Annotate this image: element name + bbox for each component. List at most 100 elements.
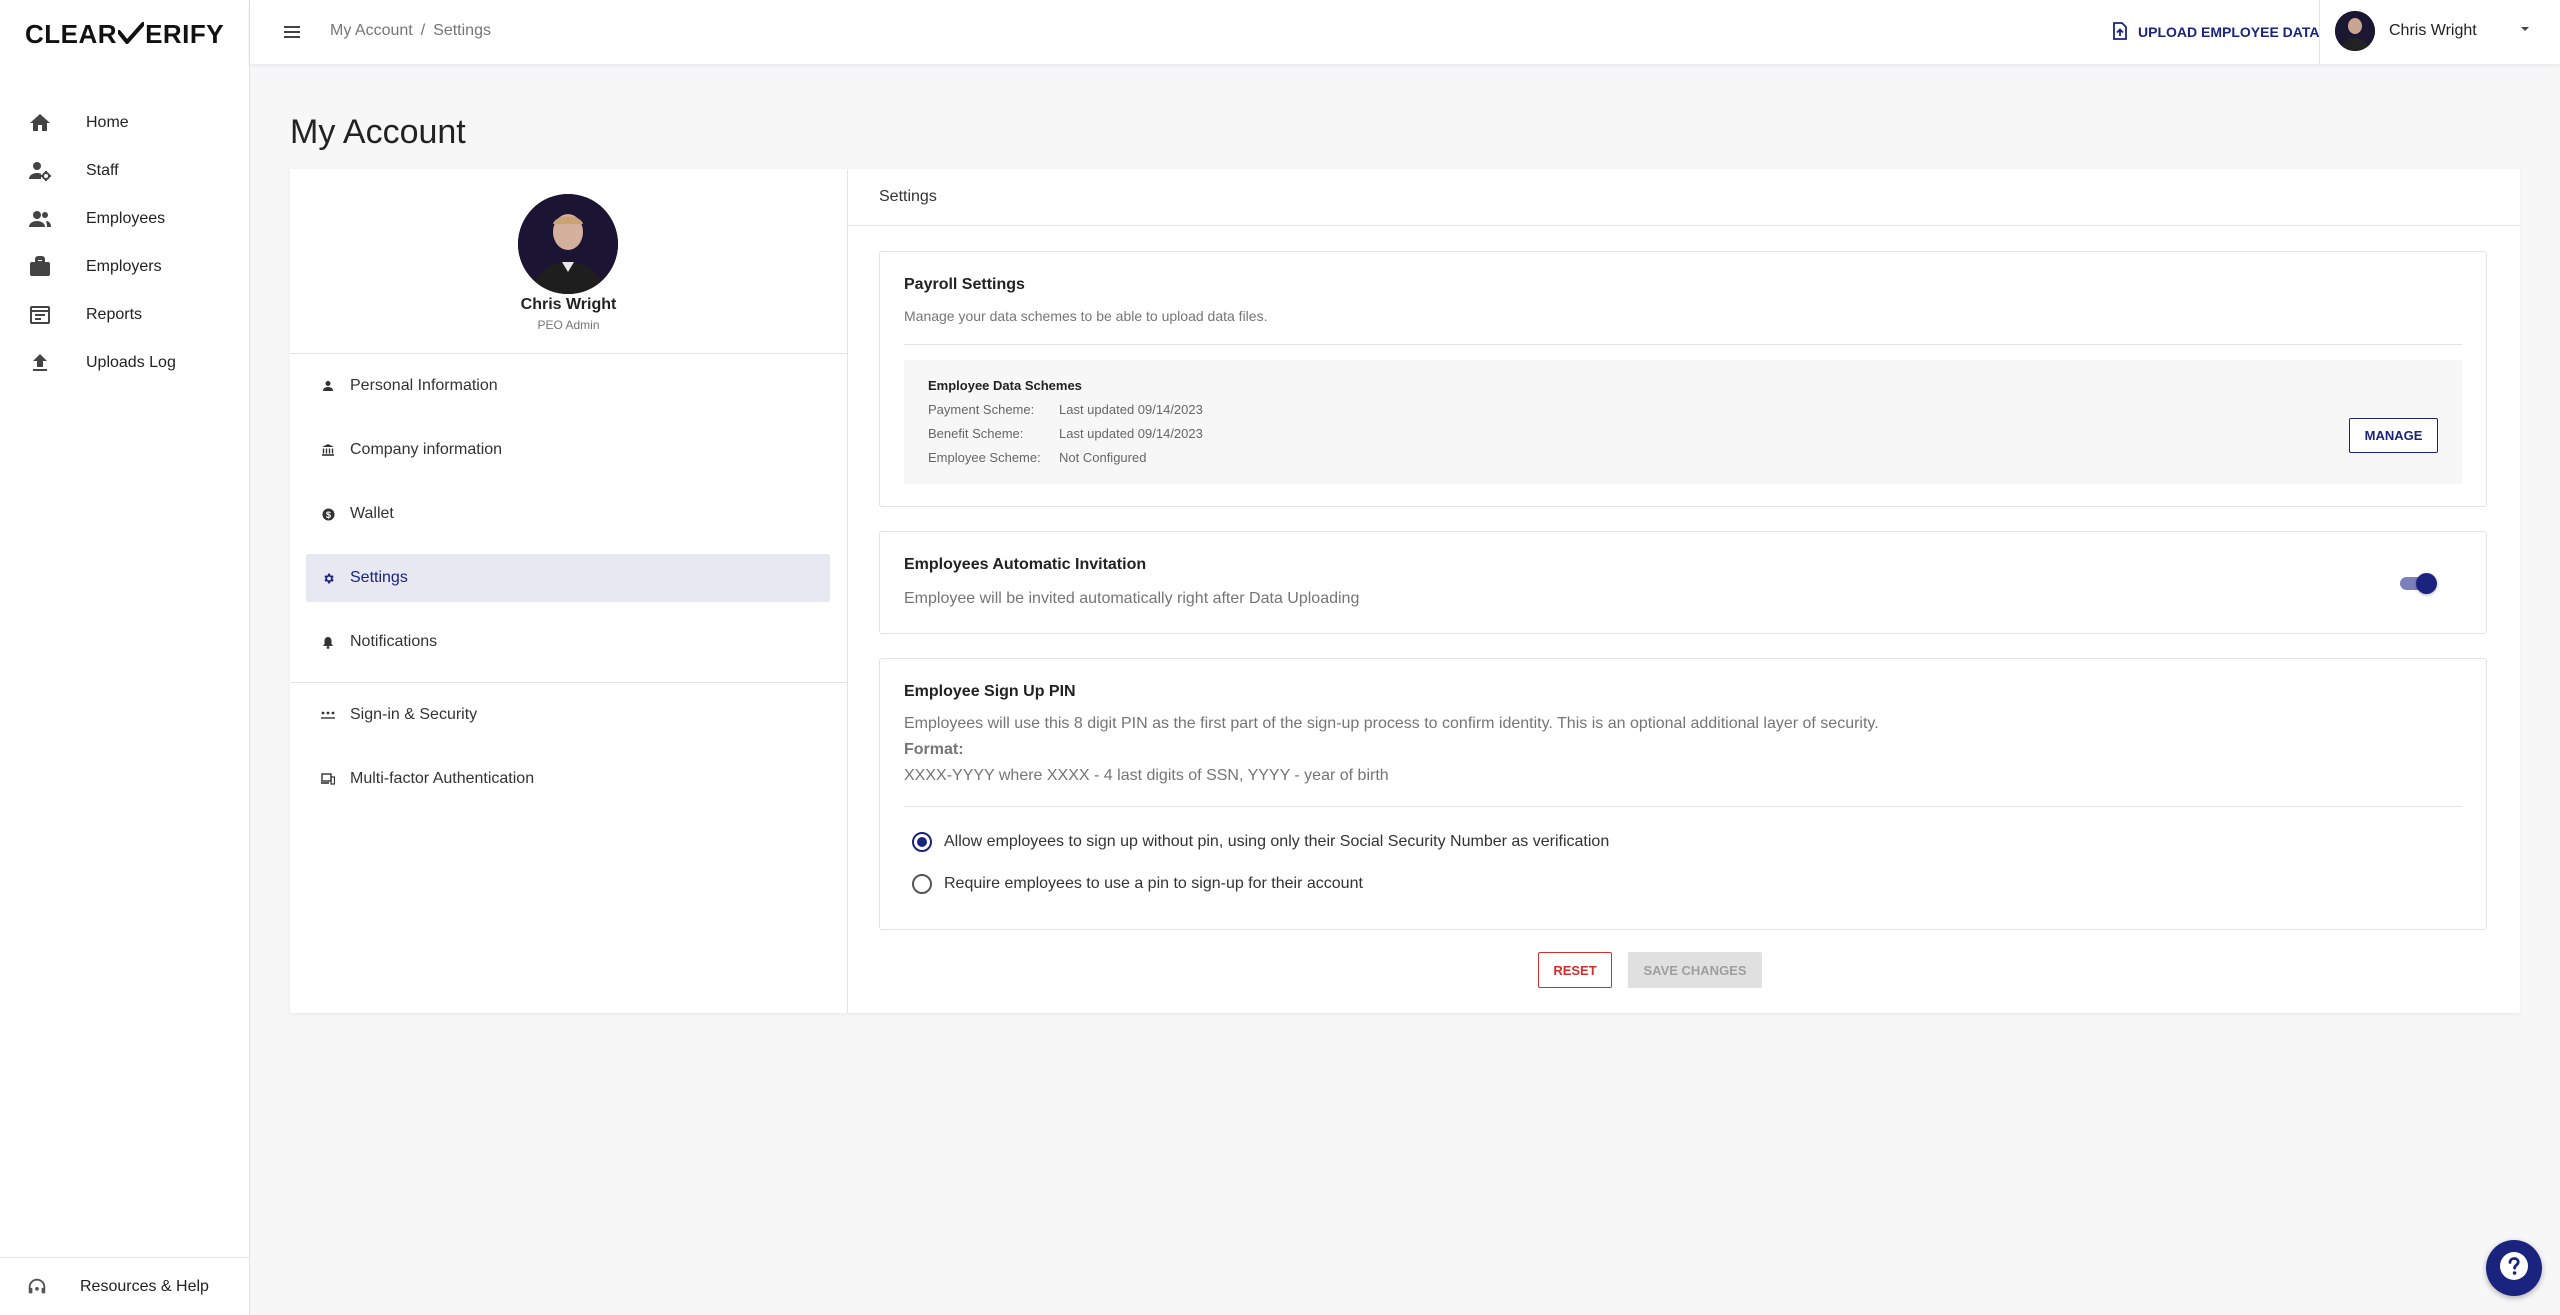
menu-divider	[290, 682, 847, 683]
account-card: Chris Wright PEO Admin Personal Informat…	[290, 169, 2520, 1013]
scheme-value: Last updated 09/14/2023	[1059, 426, 1203, 441]
top-bar: My Account / Settings UPLOAD EMPLOYEE DATA…	[250, 0, 2560, 64]
gear-icon	[320, 570, 336, 586]
headset-icon	[26, 1276, 48, 1298]
page-title: My Account	[290, 112, 466, 151]
profile-summary: Chris Wright PEO Admin	[290, 169, 847, 354]
account-menu-wallet[interactable]: $ Wallet	[306, 490, 830, 538]
save-changes-button[interactable]: SAVE CHANGES	[1628, 952, 1762, 988]
staff-icon	[28, 159, 52, 183]
account-menu-label: Settings	[350, 569, 408, 586]
breadcrumb-my-account[interactable]: My Account	[330, 22, 413, 39]
sidebar: CLEAR ERIFY Home Staff Employees Employe…	[0, 0, 250, 1315]
dollar-icon: $	[320, 506, 336, 522]
bell-icon	[320, 634, 336, 650]
profile-role: PEO Admin	[537, 318, 600, 332]
radio-button[interactable]	[912, 874, 932, 894]
scheme-label: Payment Scheme:	[928, 402, 1035, 417]
pin-format-value: XXXX-YYYY where XXXX - 4 last digits of …	[904, 767, 1389, 784]
scheme-value: Last updated 09/14/2023	[1059, 402, 1203, 417]
reset-button[interactable]: RESET	[1538, 952, 1612, 988]
bank-icon	[320, 442, 336, 458]
account-menu-label: Company information	[350, 441, 503, 458]
section-divider	[904, 344, 2462, 345]
payroll-settings-description: Manage your data schemes to be able to u…	[904, 308, 1268, 324]
person-icon	[320, 378, 336, 394]
account-menu-company-information[interactable]: Company information	[306, 426, 830, 474]
manage-schemes-button[interactable]: MANAGE	[2349, 418, 2438, 453]
account-menu-label: Wallet	[350, 505, 394, 522]
account-menu-personal-information[interactable]: Personal Information	[306, 362, 830, 410]
sidebar-item-label: Employees	[86, 210, 166, 227]
sidebar-item-label: Home	[86, 114, 129, 131]
upload-file-icon	[2112, 21, 2128, 43]
account-menu-label: Multi-factor Authentication	[350, 770, 535, 787]
account-menu-multi-factor-authentication[interactable]: Multi-factor Authentication	[306, 755, 830, 803]
user-name: Chris Wright	[2389, 22, 2477, 39]
sidebar-item-label: Reports	[86, 306, 143, 323]
sidebar-nav: Home Staff Employees Employers Reports U…	[0, 99, 250, 387]
sidebar-item-reports[interactable]: Reports	[0, 291, 250, 339]
account-menu-settings[interactable]: Settings	[306, 554, 830, 602]
pin-option-without-pin[interactable]: Allow employees to sign up without pin, …	[912, 832, 1609, 852]
employees-icon	[28, 207, 52, 231]
upload-icon	[28, 351, 52, 375]
logo-text-left: CLEAR	[25, 18, 118, 49]
scheme-label: Benefit Scheme:	[928, 426, 1024, 441]
account-menu-sign-in-security[interactable]: Sign-in & Security	[306, 691, 830, 739]
briefcase-icon	[28, 255, 52, 279]
profile-name: Chris Wright	[520, 296, 617, 313]
sidebar-item-employers[interactable]: Employers	[0, 243, 250, 291]
avatar	[2335, 11, 2375, 51]
logo[interactable]: CLEAR ERIFY	[25, 18, 224, 50]
home-icon	[28, 111, 52, 135]
sidebar-item-staff[interactable]: Staff	[0, 147, 250, 195]
toggle-thumb	[2416, 573, 2437, 594]
pin-option-require-pin[interactable]: Require employees to use a pin to sign-u…	[912, 874, 1363, 894]
account-menu-label: Sign-in & Security	[350, 706, 478, 723]
svg-text:$: $	[325, 509, 331, 519]
sign-up-pin-section: Employee Sign Up PIN Employees will use …	[879, 658, 2487, 930]
employee-data-schemes: Employee Data Schemes Payment Scheme: La…	[904, 360, 2462, 484]
resources-help-link[interactable]: Resources & Help	[0, 1257, 250, 1315]
upload-employee-data-label: UPLOAD EMPLOYEE DATA	[2138, 24, 2320, 40]
resources-help-label: Resources & Help	[80, 1277, 209, 1295]
chevron-down-icon	[2519, 22, 2531, 40]
scheme-row-payment: Payment Scheme: Last updated 09/14/2023	[928, 402, 1203, 417]
reports-icon	[28, 303, 52, 327]
logo-text-right: ERIFY	[145, 18, 225, 49]
scheme-row-benefit: Benefit Scheme: Last updated 09/14/2023	[928, 426, 1203, 441]
password-icon	[320, 707, 336, 723]
logo-check-icon	[118, 22, 145, 46]
account-menu-notifications[interactable]: Notifications	[306, 618, 830, 666]
automatic-invitation-toggle[interactable]	[2398, 572, 2438, 594]
breadcrumb: My Account / Settings	[330, 22, 491, 40]
section-divider	[904, 806, 2462, 807]
help-button[interactable]	[2486, 1240, 2542, 1296]
settings-header: Settings	[847, 169, 2520, 226]
account-menu-label: Notifications	[350, 633, 438, 650]
sidebar-item-employees[interactable]: Employees	[0, 195, 250, 243]
devices-icon	[320, 771, 336, 787]
radio-label: Allow employees to sign up without pin, …	[944, 833, 1610, 850]
upload-employee-data-button[interactable]: UPLOAD EMPLOYEE DATA	[2112, 18, 2320, 46]
radio-button-selected[interactable]	[912, 832, 932, 852]
automatic-invitation-section: Employees Automatic Invitation Employee …	[879, 531, 2487, 634]
sidebar-item-label: Employers	[86, 258, 162, 275]
settings-panel: Settings Payroll Settings Manage your da…	[847, 169, 2520, 1013]
sidebar-item-uploads-log[interactable]: Uploads Log	[0, 339, 250, 387]
breadcrumb-separator: /	[420, 22, 426, 39]
account-sidebar: Chris Wright PEO Admin Personal Informat…	[290, 169, 848, 1013]
pin-format-label: Format:	[904, 741, 964, 758]
security-menu: Sign-in & Security Multi-factor Authenti…	[290, 691, 847, 819]
hamburger-menu-icon[interactable]	[280, 20, 304, 44]
sign-up-pin-title: Employee Sign Up PIN	[904, 683, 1076, 700]
question-mark-icon	[2498, 1250, 2530, 1287]
schemes-title: Employee Data Schemes	[928, 378, 1082, 393]
sidebar-item-home[interactable]: Home	[0, 99, 250, 147]
payroll-settings-section: Payroll Settings Manage your data scheme…	[879, 251, 2487, 507]
sidebar-item-label: Uploads Log	[86, 354, 176, 371]
automatic-invitation-title: Employees Automatic Invitation	[904, 556, 1147, 573]
user-menu[interactable]: Chris Wright	[2335, 11, 2531, 51]
automatic-invitation-description: Employee will be invited automatically r…	[904, 590, 1360, 607]
